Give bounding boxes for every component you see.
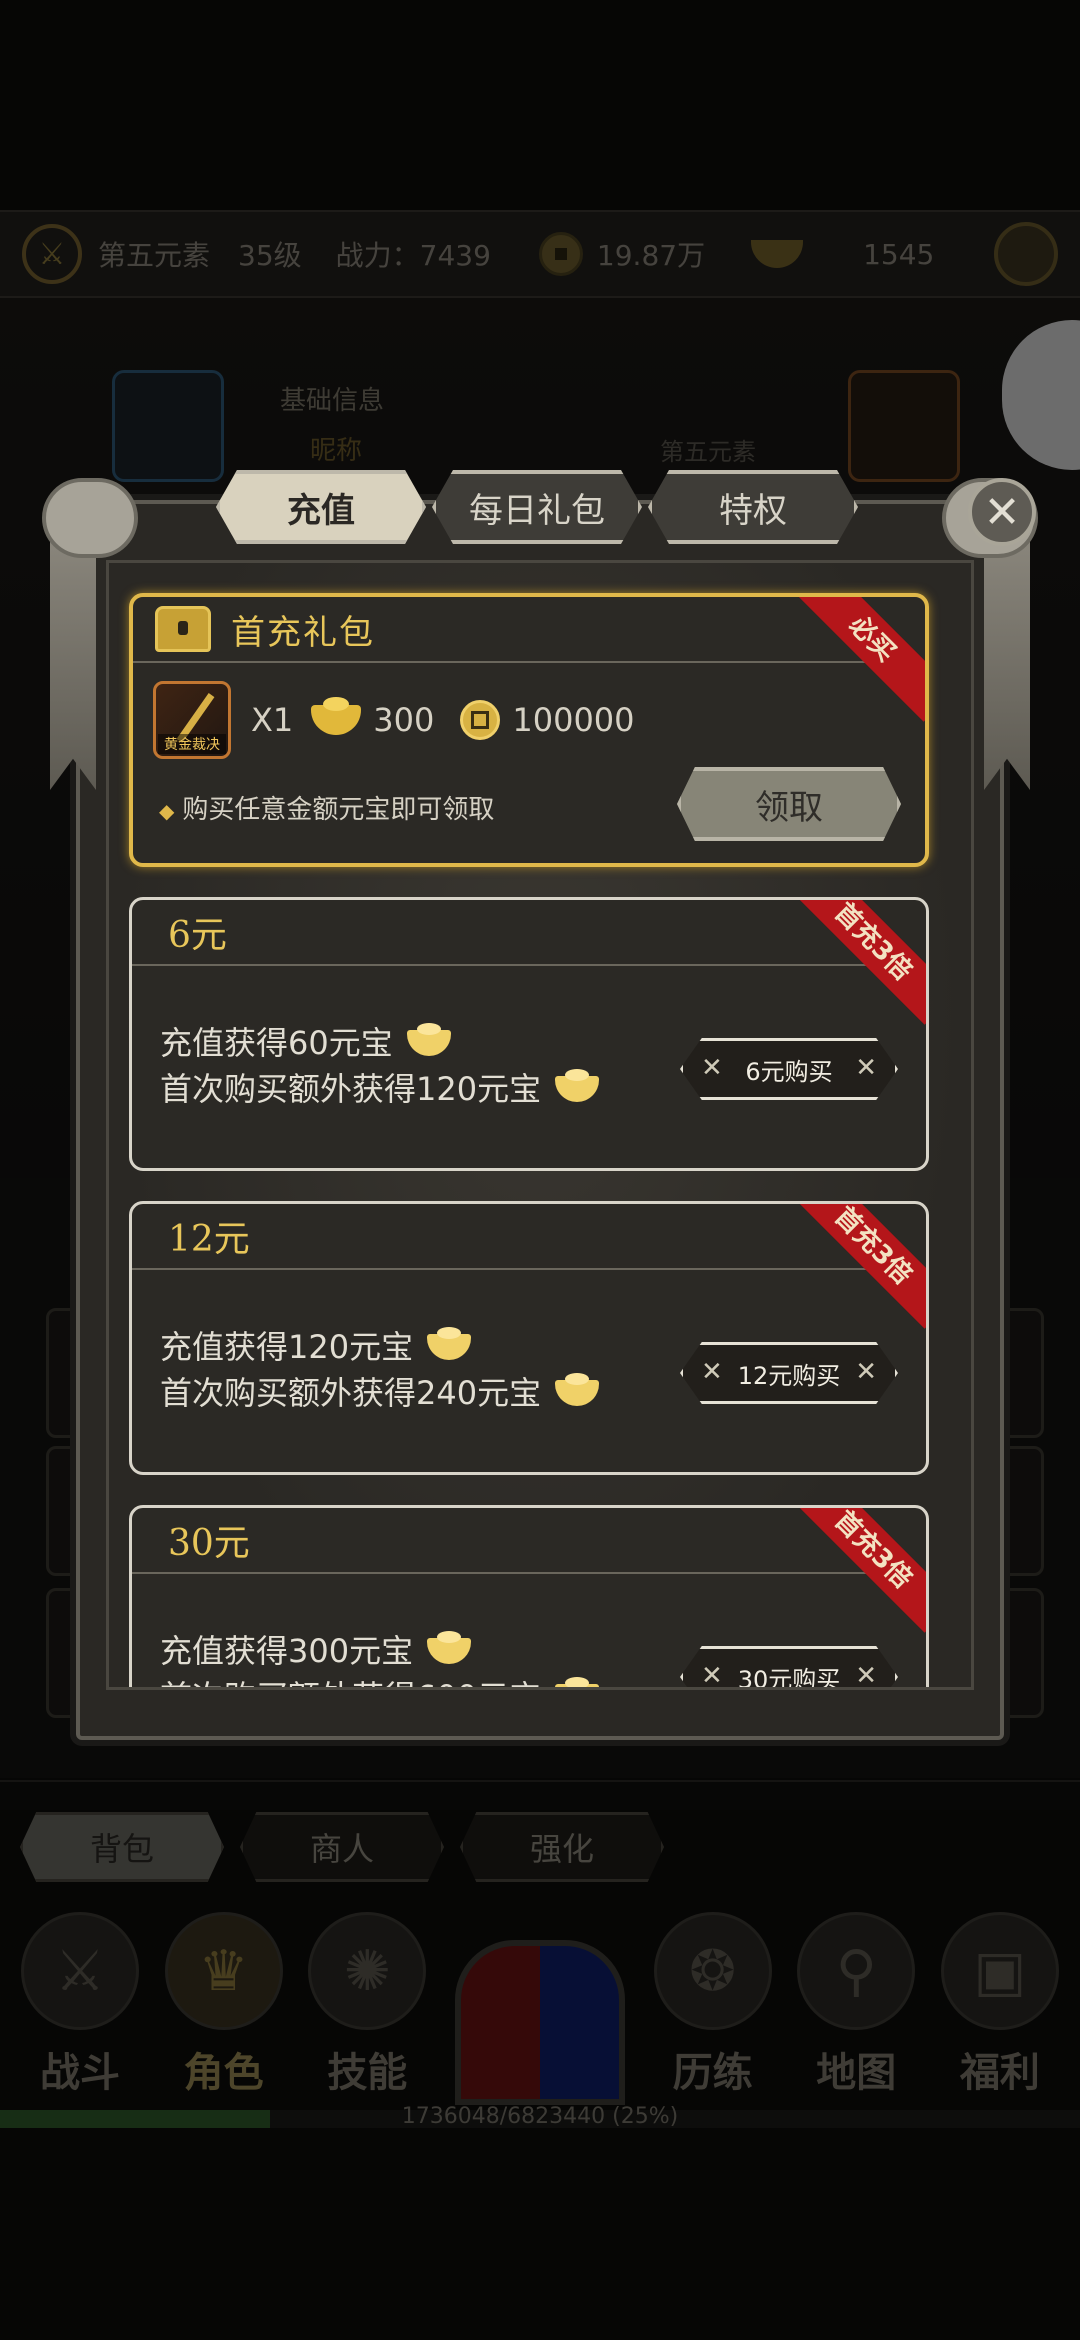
pack-line-base: 充值获得120元宝 [160,1328,414,1366]
pack-line-base: 充值获得300元宝 [160,1632,414,1670]
pack-price: 30元 [132,1508,926,1574]
first-recharge-title: 首充礼包 [231,612,375,653]
buy-button[interactable]: 30元购买 [680,1646,898,1687]
buy-button[interactable]: 12元购买 [680,1342,898,1404]
tab-privilege[interactable]: 特权 [648,470,858,544]
recharge-modal: 充值 每日礼包 特权 ✕ 首充礼包 必买 黄金裁决 X1 300 100000 … [42,460,1038,1742]
scroll-curl-left [42,478,138,558]
coin-reward: 100000 [512,701,635,739]
first-recharge-header: 首充礼包 [133,597,925,663]
claim-button[interactable]: 领取 [677,767,901,841]
gold-ingot-icon [555,1069,600,1102]
pack-price: 12元 [132,1204,926,1270]
pack-line-bonus: 首次购买额外获得240元宝 [160,1374,542,1412]
modal-tabs: 充值 每日礼包 特权 [216,470,858,544]
gold-ingot-icon [427,1327,472,1360]
gold-ingot-icon [555,1677,600,1687]
recharge-list[interactable]: 首充礼包 必买 黄金裁决 X1 300 100000 ◆ 购买任意金额元宝即可领取 [106,560,974,1690]
golden-verdict-weapon-icon[interactable]: 黄金裁决 [153,681,231,759]
pack-line-base: 充值获得60元宝 [160,1024,393,1062]
ribbon-left [50,530,96,790]
gold-reward: 300 [373,701,435,739]
gold-ingot-icon [311,697,362,735]
treasure-chest-icon [155,606,211,652]
pack-price: 6元 [132,900,926,966]
item-name-tag: 黄金裁决 [158,734,226,754]
first-recharge-note: ◆ 购买任意金额元宝即可领取 [159,789,494,826]
pack-line-bonus: 首次购买额外获得600元宝 [160,1674,541,1687]
first-recharge-card: 首充礼包 必买 黄金裁决 X1 300 100000 ◆ 购买任意金额元宝即可领取 [129,593,929,867]
diamond-bullet-icon: ◆ [159,799,175,823]
pack-description: 充值获得300元宝 首次购买额外获得600元宝 [160,1628,600,1687]
copper-coin-icon [460,700,501,740]
pack-description: 充值获得120元宝 首次购买额外获得240元宝 [160,1324,600,1416]
close-icon[interactable]: ✕ [968,478,1036,546]
note-text: 购买任意金额元宝即可领取 [182,795,495,825]
tab-daily-gift[interactable]: 每日礼包 [432,470,642,544]
gold-ingot-icon [406,1023,451,1056]
item-count: X1 [251,701,294,739]
pack-description: 充值获得60元宝 首次购买额外获得120元宝 [160,1020,600,1112]
tab-recharge[interactable]: 充值 [216,470,426,544]
recharge-pack-6: 6元 首充3倍 充值获得60元宝 首次购买额外获得120元宝 6元购买 [129,897,929,1171]
recharge-pack-12: 12元 首充3倍 充值获得120元宝 首次购买额外获得240元宝 12元购买 [129,1201,929,1475]
first-recharge-rewards: 黄金裁决 X1 300 100000 [153,681,635,759]
game-screen: ⚔ 第五元素 35级 战力：7439 19.87万 1545 基础信息 昵称 第… [0,0,1080,2340]
buy-button[interactable]: 6元购买 [680,1038,898,1100]
gold-ingot-icon [427,1631,472,1664]
recharge-pack-30: 30元 首充3倍 充值获得300元宝 首次购买额外获得600元宝 30元购买 [129,1505,929,1687]
gold-ingot-icon [555,1373,600,1406]
pack-line-bonus: 首次购买额外获得120元宝 [160,1070,542,1108]
ribbon-right [984,530,1030,790]
